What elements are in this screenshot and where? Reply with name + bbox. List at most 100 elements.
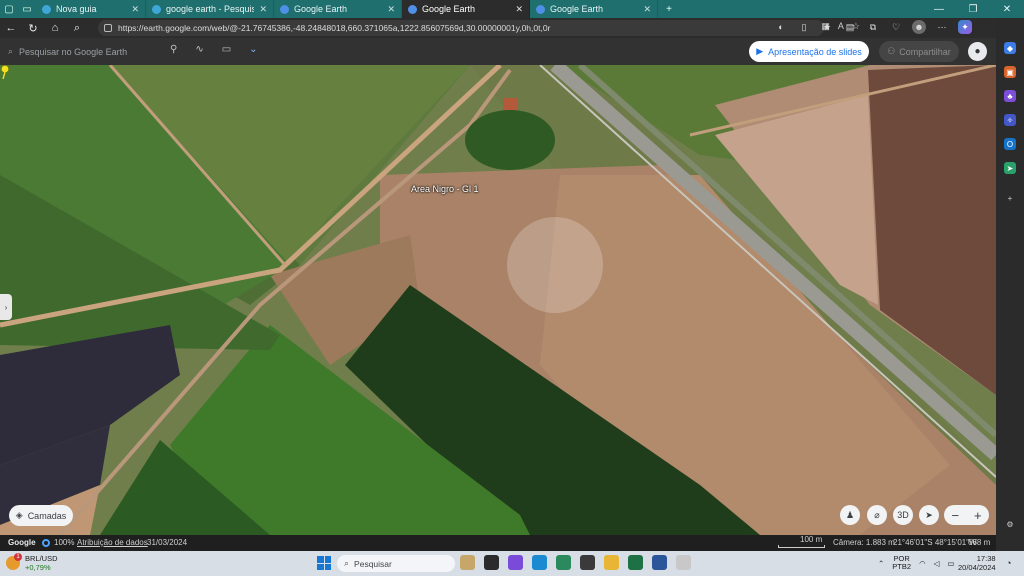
satellite-imagery xyxy=(0,65,996,535)
earth-search-placeholder[interactable]: Pesquisar no Google Earth xyxy=(19,47,127,57)
search-icon[interactable]: ⌕ xyxy=(66,18,88,38)
compass-icon[interactable]: ➤ xyxy=(919,505,939,525)
sidebar-settings-icon[interactable]: ⚙ xyxy=(1004,518,1016,530)
wifi-icon[interactable]: ◠ xyxy=(919,559,926,568)
tab-nova-guia[interactable]: Nova guia ✕ xyxy=(36,0,146,18)
share-label: Compartilhar xyxy=(899,46,951,57)
close-icon[interactable]: ✕ xyxy=(643,4,651,15)
tab-google-earth-active[interactable]: Google Earth ✕ xyxy=(402,0,530,18)
share-icon: ⚇ xyxy=(887,46,896,56)
task-view-icon[interactable] xyxy=(484,555,499,570)
clock-time: 17:38 xyxy=(976,554,996,563)
notification-bell-icon[interactable]: ◔ xyxy=(1006,558,1016,568)
zoom-out-button[interactable]: − xyxy=(951,508,959,523)
favorites-icon[interactable]: ★ xyxy=(820,20,834,34)
tray-chevron-icon[interactable]: ⌃ xyxy=(878,559,884,568)
chevron-down-icon[interactable]: ⌄ xyxy=(249,44,257,55)
widgets-button[interactable]: 1 BRL/USD +0,79% xyxy=(6,553,58,572)
tab-google-earth-search[interactable]: google earth - Pesquisar ✕ xyxy=(146,0,274,18)
volume-icon[interactable]: ◁ xyxy=(934,559,940,568)
slideshow-button[interactable]: ▶ Apresentação de slides xyxy=(749,41,869,62)
path-icon[interactable]: ∿ xyxy=(195,44,203,55)
taskbar-search-field[interactable]: ⌕ Pesquisar xyxy=(337,555,455,572)
tab-google-earth-1[interactable]: Google Earth ✕ xyxy=(274,0,402,18)
windows-taskbar: 1 BRL/USD +0,79% ⌕ Pesquisar ⌃ POR PTB2 … xyxy=(0,551,1024,576)
close-icon[interactable]: ✕ xyxy=(259,4,267,15)
tab-label: google earth - Pesquisar xyxy=(166,4,255,14)
close-icon[interactable]: ✕ xyxy=(387,4,395,15)
view-3d-button[interactable]: 3D xyxy=(893,505,913,525)
satellite-map[interactable]: Area Nigro - Gl 1 › ◈ Camadas ♟ ⌀ 3D ➤ −… xyxy=(0,65,996,535)
store-app-icon[interactable] xyxy=(556,555,571,570)
reload-button[interactable]: ↻ xyxy=(22,18,44,38)
outlook-icon[interactable]: O xyxy=(1004,138,1016,150)
more-menu-icon[interactable]: ⋯ xyxy=(935,20,949,34)
close-window-button[interactable]: ✕ xyxy=(990,0,1024,18)
games-icon[interactable]: ♣ xyxy=(1004,90,1016,102)
expand-panel-icon[interactable]: › xyxy=(0,294,12,320)
workspaces-icon[interactable]: ▢ xyxy=(0,0,18,18)
system-tray: ⌃ POR PTB2 ◠ ◁ ▭ xyxy=(878,555,954,571)
tab-actions-icon[interactable]: ▭ xyxy=(18,0,36,18)
tab-google-earth-3[interactable]: Google Earth ✕ xyxy=(530,0,658,18)
shopping-tag-icon[interactable]: ◆ xyxy=(1004,42,1016,54)
google-earth-icon xyxy=(536,4,545,14)
layers-button[interactable]: ◈ Camadas xyxy=(9,505,73,526)
copilot-icon[interactable]: ✦ xyxy=(958,20,972,34)
copilot-sidebar-icon[interactable]: ✧ xyxy=(1004,114,1016,126)
taskbar-clock[interactable]: 17:38 20/04/2024 xyxy=(958,554,996,572)
refresh-extension-icon[interactable]: ◐ xyxy=(774,20,788,34)
scale-label: 100 m xyxy=(800,535,823,544)
url-text[interactable]: https://earth.google.com/web/@-21.767453… xyxy=(118,23,818,33)
search-icon: ⌕ xyxy=(344,558,350,568)
slideshow-label: Apresentação de slides xyxy=(768,46,862,57)
tab-label: Nova guia xyxy=(56,4,97,14)
home-button[interactable]: ⌂ xyxy=(44,18,66,38)
new-tab-button[interactable]: + xyxy=(658,0,680,18)
snipping-tool-icon[interactable] xyxy=(676,555,691,570)
browser-essentials-icon[interactable]: ♡ xyxy=(889,20,903,34)
language-indicator[interactable]: POR PTB2 xyxy=(892,555,911,571)
data-attribution-link[interactable]: Atribuição de dados xyxy=(77,538,148,547)
collections-icon[interactable]: ▤ xyxy=(843,20,857,34)
edge-app-icon[interactable] xyxy=(532,555,547,570)
share-button[interactable]: ⚇ Compartilhar xyxy=(879,41,959,62)
imagery-date: 31/03/2024 xyxy=(147,538,188,547)
tools-icon[interactable]: ▣ xyxy=(1004,66,1016,78)
scale-bar xyxy=(778,545,825,548)
excel-icon[interactable] xyxy=(628,555,643,570)
pin-icon[interactable]: ⚲ xyxy=(170,44,177,55)
extensions-icon[interactable]: ⧉ xyxy=(866,20,880,34)
location-off-icon[interactable]: ⌀ xyxy=(867,505,887,525)
split-screen-icon[interactable]: ▯ xyxy=(797,20,811,34)
address-bar-row: ← ↻ ⌂ ⌕ https://earth.google.com/web/@-2… xyxy=(0,18,1000,38)
placemark-label[interactable]: Area Nigro - Gl 1 xyxy=(411,184,479,194)
back-button[interactable]: ← xyxy=(0,18,22,38)
tab-label: Google Earth xyxy=(294,4,348,14)
close-icon[interactable]: ✕ xyxy=(515,4,523,15)
battery-icon[interactable]: ▭ xyxy=(947,559,954,568)
elevation: 668 m xyxy=(968,538,991,547)
send-icon[interactable]: ➤ xyxy=(1004,162,1016,174)
google-earth-icon xyxy=(280,4,289,14)
windows-start-icon[interactable] xyxy=(317,556,331,570)
keyboard-icon[interactable]: ▭ xyxy=(222,44,231,55)
chat-icon[interactable] xyxy=(508,555,523,570)
earth-search-field[interactable]: ⌕ Pesquisar no Google Earth xyxy=(8,44,156,59)
pushpin-icon[interactable] xyxy=(0,65,10,79)
add-sidebar-icon[interactable]: + xyxy=(1004,192,1016,204)
file-explorer-icon[interactable] xyxy=(604,555,619,570)
pegman-icon[interactable]: ♟ xyxy=(840,505,860,525)
currency-pair: BRL/USD xyxy=(25,554,58,563)
dell-app-icon[interactable] xyxy=(580,555,595,570)
minimize-button[interactable]: — xyxy=(922,0,956,18)
word-icon[interactable] xyxy=(652,555,667,570)
zoom-in-button[interactable]: + xyxy=(974,508,982,523)
layers-icon: ◈ xyxy=(15,510,23,520)
account-icon[interactable]: ● xyxy=(968,42,987,61)
search-highlight-icon[interactable] xyxy=(460,555,475,570)
maximize-button[interactable]: ❐ xyxy=(956,0,990,18)
close-icon[interactable]: ✕ xyxy=(131,4,139,15)
url-field[interactable]: https://earth.google.com/web/@-21.767453… xyxy=(98,20,824,36)
profile-avatar-icon[interactable]: ☻ xyxy=(912,20,926,34)
